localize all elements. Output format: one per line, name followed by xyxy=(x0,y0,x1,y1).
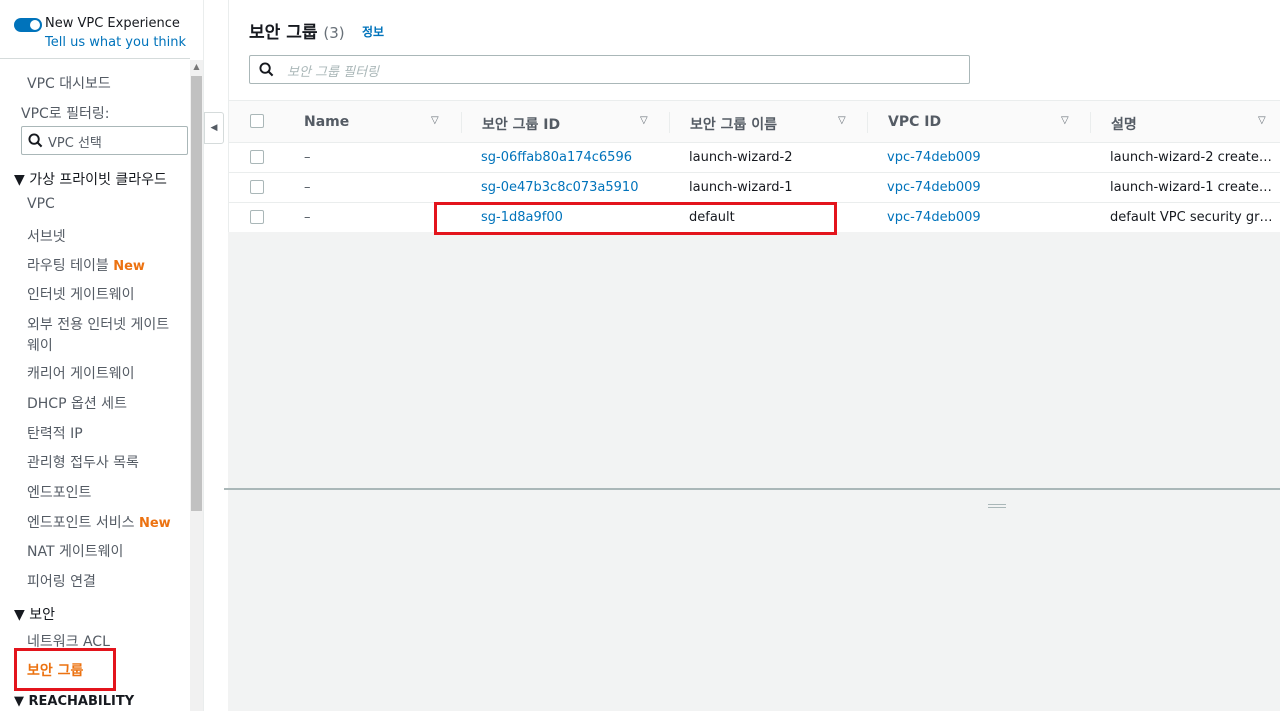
sidebar-nav: VPC 대시보드 VPC로 필터링: VPC 선택 ▼ 가상 프라이빗 클라우드… xyxy=(0,60,190,711)
column-separator[interactable] xyxy=(669,112,670,133)
collapse-sidebar-button[interactable]: ◀ xyxy=(204,112,224,144)
cell-vpc-id[interactable]: vpc-74deb009 xyxy=(887,180,981,195)
column-security-group-id[interactable]: 보안 그룹 ID xyxy=(482,114,560,134)
highlight-security-groups xyxy=(14,648,116,691)
section-security[interactable]: ▼ 보안 xyxy=(14,604,55,624)
sidebar-item-label: 외부 전용 인터넷 게이트 xyxy=(27,317,170,333)
main-content: 보안 그룹 (3) 정보 보안 그룹 필터링 Name ▽ 보안 그룹 ID ▽… xyxy=(224,0,1280,711)
search-icon xyxy=(28,133,43,148)
new-badge: New xyxy=(138,516,171,531)
sidebar-item-endpoints[interactable]: 엔드포인트 xyxy=(27,482,91,502)
sidebar-item-label: 엔드포인트 서비스 xyxy=(27,515,135,531)
sidebar-item-vpc-dashboard[interactable]: VPC 대시보드 xyxy=(27,73,111,93)
page-title: 보안 그룹 (3) xyxy=(249,18,345,43)
scroll-up-icon[interactable]: ▲ xyxy=(190,60,203,73)
sidebar-item-vpc[interactable]: VPC xyxy=(27,196,55,212)
cell-description: launch-wizard-2 create… xyxy=(1110,150,1272,165)
select-all-checkbox[interactable] xyxy=(250,114,264,128)
info-link[interactable]: 정보 xyxy=(362,23,384,40)
sidebar-item-nat-gateways[interactable]: NAT 게이트웨이 xyxy=(27,541,123,561)
row-checkbox[interactable] xyxy=(250,150,264,164)
sort-icon[interactable]: ▽ xyxy=(1258,115,1266,126)
security-group-filter-input[interactable]: 보안 그룹 필터링 xyxy=(249,55,970,84)
row-checkbox[interactable] xyxy=(250,210,264,224)
column-name[interactable]: Name xyxy=(304,114,349,130)
sidebar-scrollbar[interactable]: ▲ xyxy=(190,60,203,711)
cell-vpc-id[interactable]: vpc-74deb009 xyxy=(887,150,981,165)
feedback-link[interactable]: Tell us what you think xyxy=(45,35,186,50)
page-title-text: 보안 그룹 xyxy=(249,23,318,43)
scrollbar-thumb[interactable] xyxy=(191,76,202,511)
sidebar-divider xyxy=(0,58,190,59)
vpc-experience-toggle[interactable] xyxy=(14,18,42,32)
cell-security-group-name: launch-wizard-1 xyxy=(689,180,793,195)
sort-icon[interactable]: ▽ xyxy=(431,115,439,126)
row-checkbox[interactable] xyxy=(250,180,264,194)
table-empty-area xyxy=(228,232,1280,488)
security-groups-panel: 보안 그룹 (3) 정보 보안 그룹 필터링 Name ▽ 보안 그룹 ID ▽… xyxy=(228,0,1280,233)
sidebar-item-peering[interactable]: 피어링 연결 xyxy=(27,571,96,591)
column-security-group-name[interactable]: 보안 그룹 이름 xyxy=(690,114,777,134)
cell-vpc-id[interactable]: vpc-74deb009 xyxy=(887,210,981,225)
search-icon xyxy=(259,62,274,77)
sidebar-item-label-cont: 웨이 xyxy=(27,338,53,354)
sidebar-item-dhcp-options[interactable]: DHCP 옵션 세트 xyxy=(27,393,127,413)
table-row[interactable]: – sg-0e47b3c8c073a5910 launch-wizard-1 v… xyxy=(229,173,1280,203)
cell-name: – xyxy=(304,180,311,195)
sidebar-item-egress-only-gateways[interactable]: 외부 전용 인터넷 게이트 웨이 xyxy=(27,314,169,355)
new-badge: New xyxy=(113,259,145,274)
sort-icon[interactable]: ▽ xyxy=(640,115,648,126)
sort-icon[interactable]: ▽ xyxy=(1061,115,1069,126)
section-reachability[interactable]: ▼ REACHABILITY xyxy=(14,694,134,709)
sidebar-item-endpoint-services[interactable]: 엔드포인트 서비스 New xyxy=(27,512,171,532)
sidebar-item-carrier-gateways[interactable]: 캐리어 게이트웨이 xyxy=(27,363,135,383)
caret-left-icon: ◀ xyxy=(210,123,218,133)
cell-security-group-id[interactable]: sg-0e47b3c8c073a5910 xyxy=(481,180,638,195)
cell-security-group-id[interactable]: sg-06ffab80a174c6596 xyxy=(481,150,632,165)
sidebar-item-elastic-ip[interactable]: 탄력적 IP xyxy=(27,423,83,443)
section-virtual-private-cloud[interactable]: ▼ 가상 프라이빗 클라우드 xyxy=(14,169,167,189)
vpc-experience-title: New VPC Experience xyxy=(45,16,180,31)
filter-placeholder: 보안 그룹 필터링 xyxy=(287,65,379,80)
details-panel xyxy=(228,490,1280,711)
vpc-filter-placeholder: VPC 선택 xyxy=(48,136,102,151)
cell-description: launch-wizard-1 create… xyxy=(1110,180,1272,195)
sidebar: New VPC Experience Tell us what you thin… xyxy=(0,0,204,711)
column-separator[interactable] xyxy=(461,112,462,133)
item-count: (3) xyxy=(323,24,345,42)
cell-name: – xyxy=(304,150,311,165)
table-header: Name ▽ 보안 그룹 ID ▽ 보안 그룹 이름 ▽ VPC ID ▽ 설명… xyxy=(229,100,1280,143)
table-row[interactable]: – sg-06ffab80a174c6596 launch-wizard-2 v… xyxy=(229,143,1280,173)
column-separator[interactable] xyxy=(867,112,868,133)
sidebar-item-route-tables[interactable]: 라우팅 테이블 New xyxy=(27,255,145,275)
sidebar-item-label: 라우팅 테이블 xyxy=(27,258,109,274)
cell-name: – xyxy=(304,210,311,225)
sidebar-item-subnets[interactable]: 서브넷 xyxy=(27,226,66,246)
cell-description: default VPC security gr… xyxy=(1110,210,1273,225)
highlight-default-group xyxy=(434,202,837,235)
vpc-filter-label: VPC로 필터링: xyxy=(21,106,110,122)
sort-icon[interactable]: ▽ xyxy=(838,115,846,126)
column-separator[interactable] xyxy=(1090,112,1091,133)
sidebar-item-internet-gateways[interactable]: 인터넷 게이트웨이 xyxy=(27,284,135,304)
cell-security-group-name: launch-wizard-2 xyxy=(689,150,793,165)
column-vpc-id[interactable]: VPC ID xyxy=(888,114,941,130)
column-description[interactable]: 설명 xyxy=(1111,114,1137,134)
drag-handle-icon[interactable] xyxy=(988,504,1006,508)
vpc-filter-select[interactable]: VPC 선택 xyxy=(21,126,188,155)
sidebar-item-managed-prefix-lists[interactable]: 관리형 접두사 목록 xyxy=(27,452,139,472)
